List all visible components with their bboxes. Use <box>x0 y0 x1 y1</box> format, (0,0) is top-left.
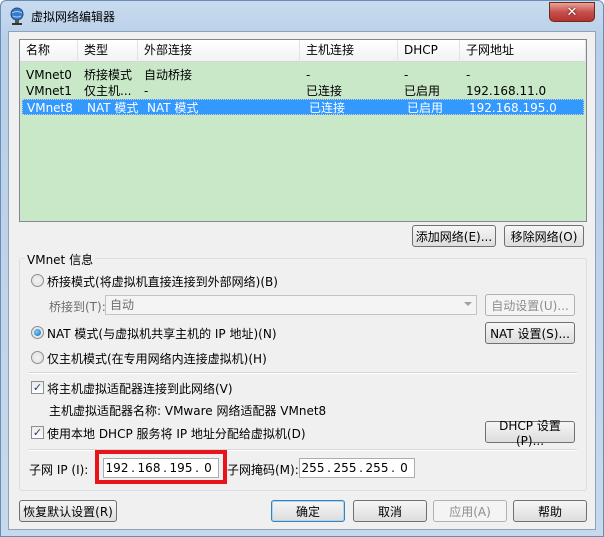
title-bar[interactable]: 虚拟网络编辑器 ✕ <box>1 1 603 31</box>
add-network-button[interactable]: 添加网络(E)... <box>412 225 496 247</box>
column-header-type[interactable]: 类型 <box>78 40 138 62</box>
bridge-to-label: 桥接到(T): <box>49 300 106 314</box>
dialog-window: 虚拟网络编辑器 ✕ 名称 类型 外部连接 主机连接 DHCP 子网地址 VMne… <box>0 0 604 537</box>
nat-settings-button[interactable]: NAT 设置(S)... <box>485 322 575 344</box>
subnet-mask-octet-4[interactable]: 0 <box>396 461 412 475</box>
cell-external: 自动桥接 <box>144 68 193 82</box>
dhcp-checkbox[interactable]: ✓ <box>31 426 44 439</box>
restore-defaults-button[interactable]: 恢复默认设置(R) <box>19 500 117 522</box>
cell-host: 已连接 <box>306 84 343 98</box>
network-list[interactable]: 名称 类型 外部连接 主机连接 DHCP 子网地址 VMnet0 桥接模式 自动… <box>19 39 587 222</box>
cell-name: VMnet1 <box>26 84 72 98</box>
bridged-mode-radio[interactable] <box>31 274 44 287</box>
column-header-host[interactable]: 主机连接 <box>300 40 398 62</box>
window-title: 虚拟网络编辑器 <box>31 10 116 24</box>
cell-external: NAT 模式 <box>147 101 199 115</box>
dhcp-label[interactable]: 使用本地 DHCP 服务将 IP 地址分配给虚拟机(D) <box>47 425 306 442</box>
connect-adapter-label[interactable]: 将主机虚拟适配器连接到此网络(V) <box>47 380 233 397</box>
column-header-dhcp[interactable]: DHCP <box>398 40 460 62</box>
subnet-mask-label: 子网掩码(M): <box>227 463 299 477</box>
chevron-down-icon <box>464 302 472 306</box>
cell-type: 桥接模式 <box>84 68 133 82</box>
column-header-subnet[interactable]: 子网地址 <box>460 40 586 62</box>
bridged-mode-label[interactable]: 桥接模式(将虚拟机直接连接到外部网络)(B) <box>47 273 278 290</box>
cell-host: 已连接 <box>309 101 346 115</box>
network-globe-icon <box>10 7 24 25</box>
host-only-mode-label[interactable]: 仅主机模式(在专用网络内连接虚拟机)(H) <box>47 350 267 367</box>
table-row-vmnet1[interactable]: VMnet1 仅主机... - 已连接 已启用 192.168.11.0 <box>20 83 586 99</box>
adapter-name-label: 主机虚拟适配器名称: VMware 网络适配器 VMnet8 <box>49 404 327 418</box>
cell-dhcp: 已启用 <box>404 84 441 98</box>
table-row-vmnet0[interactable]: VMnet0 桥接模式 自动桥接 - - - <box>20 67 586 83</box>
remove-network-button[interactable]: 移除网络(O) <box>504 225 584 247</box>
subnet-mask-octet-3[interactable]: 255 <box>364 461 390 475</box>
nat-mode-radio[interactable] <box>31 326 44 339</box>
bridge-to-value: 自动 <box>110 298 135 312</box>
table-row-vmnet8[interactable]: VMnet8 NAT 模式 NAT 模式 已连接 已启用 192.168.195… <box>22 99 584 115</box>
cell-name: VMnet8 <box>27 101 73 115</box>
ok-button[interactable]: 确定 <box>271 500 345 522</box>
nat-mode-label[interactable]: NAT 模式(与虚拟机共享主机的 IP 地址)(N) <box>47 325 277 342</box>
help-button[interactable]: 帮助 <box>513 500 587 522</box>
cell-external: - <box>144 84 149 98</box>
apply-button[interactable]: 应用(A) <box>433 500 507 522</box>
column-header-external[interactable]: 外部连接 <box>138 40 300 62</box>
bridge-to-select[interactable]: 自动 <box>105 295 477 315</box>
auto-settings-button[interactable]: 自动设置(U)... <box>485 294 575 316</box>
subnet-mask-octet-1[interactable]: 255 <box>300 461 326 475</box>
vmnet-info-legend: VMnet 信息 <box>25 251 96 268</box>
cell-name: VMnet0 <box>26 68 72 82</box>
subnet-ip-highlight <box>95 450 227 484</box>
close-button[interactable]: ✕ <box>549 2 595 22</box>
cell-subnet: 192.168.195.0 <box>469 101 557 115</box>
cell-dhcp: 已启用 <box>407 101 444 115</box>
cancel-button[interactable]: 取消 <box>353 500 427 522</box>
cell-subnet: 192.168.11.0 <box>466 84 547 98</box>
subnet-mask-input[interactable]: 255 . 255 . 255 . 0 <box>299 458 415 478</box>
host-only-mode-radio[interactable] <box>31 351 44 364</box>
subnet-mask-octet-2[interactable]: 255 <box>332 461 358 475</box>
connect-adapter-checkbox[interactable]: ✓ <box>31 381 44 394</box>
cell-subnet: - <box>466 68 471 82</box>
cell-dhcp: - <box>404 68 409 82</box>
separator <box>29 372 577 374</box>
cell-type: NAT 模式 <box>87 101 139 115</box>
dhcp-settings-button[interactable]: DHCP 设置(P)... <box>485 419 575 448</box>
list-header: 名称 类型 外部连接 主机连接 DHCP 子网地址 <box>20 40 586 62</box>
close-icon: ✕ <box>566 4 578 20</box>
column-header-name[interactable]: 名称 <box>20 40 78 62</box>
subnet-ip-label: 子网 IP (I): <box>29 463 89 477</box>
dialog-client-area: 名称 类型 外部连接 主机连接 DHCP 子网地址 VMnet0 桥接模式 自动… <box>8 31 596 530</box>
cell-host: - <box>306 68 311 82</box>
cell-type: 仅主机... <box>84 84 132 98</box>
